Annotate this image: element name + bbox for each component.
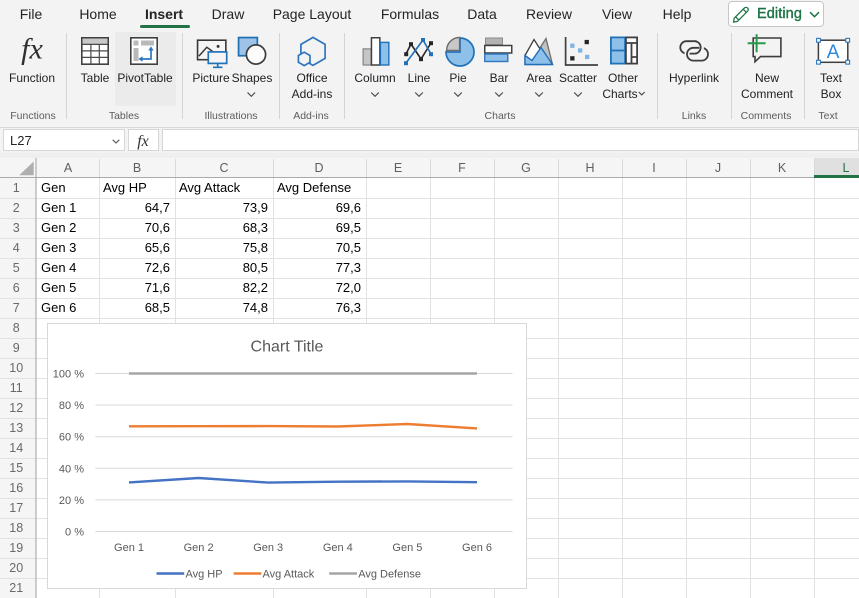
svg-text:Chart Title: Chart Title xyxy=(251,339,324,356)
svg-text:20 %: 20 % xyxy=(59,495,84,507)
svg-text:0 %: 0 % xyxy=(65,527,84,539)
svg-text:Avg Defense: Avg Defense xyxy=(358,569,421,581)
svg-text:Gen 1: Gen 1 xyxy=(114,542,144,554)
svg-text:Avg Attack: Avg Attack xyxy=(263,569,315,581)
svg-text:Gen 3: Gen 3 xyxy=(253,542,283,554)
svg-text:Gen 6: Gen 6 xyxy=(462,542,492,554)
svg-text:40 %: 40 % xyxy=(59,463,84,475)
svg-text:fx: fx xyxy=(21,33,43,66)
svg-text:Gen 2: Gen 2 xyxy=(184,542,214,554)
svg-text:100 %: 100 % xyxy=(53,369,84,381)
svg-text:Gen 4: Gen 4 xyxy=(323,542,353,554)
svg-text:Gen 5: Gen 5 xyxy=(392,542,422,554)
svg-text:fx: fx xyxy=(137,133,149,150)
svg-text:80 %: 80 % xyxy=(59,400,84,412)
svg-text:60 %: 60 % xyxy=(59,432,84,444)
svg-text:A: A xyxy=(827,42,840,63)
svg-text:Avg HP: Avg HP xyxy=(186,569,223,581)
